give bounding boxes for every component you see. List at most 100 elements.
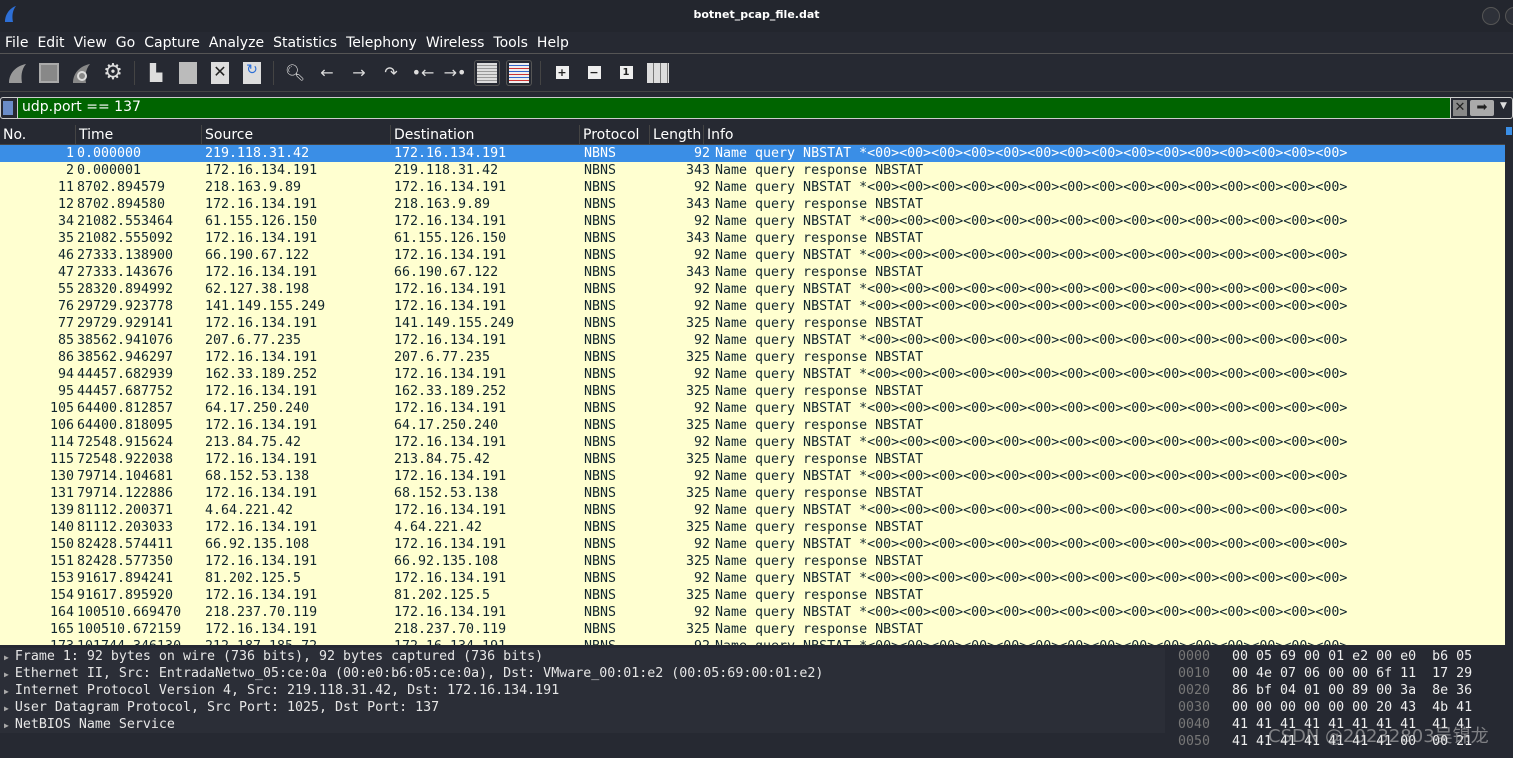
menu-capture[interactable]: Capture (144, 35, 200, 51)
maximize-button[interactable] (1505, 7, 1513, 25)
resize-columns-icon[interactable] (645, 60, 671, 86)
packet-cell-protocol: NBNS (584, 333, 617, 348)
packet-row[interactable]: 85 38562.941076 207.6.77.235 172.16.134.191… (0, 332, 1505, 349)
packet-row[interactable]: 86 38562.946297 172.16.134.191 207.6.77.235… (0, 349, 1505, 366)
menu-statistics[interactable]: Statistics (273, 35, 337, 51)
packet-cell-length: 92 (693, 248, 710, 263)
start-capture-icon[interactable] (4, 60, 30, 86)
menu-view[interactable]: View (74, 35, 107, 51)
clear-filter-icon[interactable]: ✕ (1453, 100, 1467, 116)
packet-row[interactable]: 46 27333.138900 66.190.67.122 172.16.134.19… (0, 247, 1505, 264)
packet-row[interactable]: 55 28320.894992 62.127.38.198 172.16.134.19… (0, 281, 1505, 298)
column-header-length[interactable]: Length (650, 125, 704, 144)
column-header-protocol[interactable]: Protocol (580, 125, 650, 144)
packet-cell-protocol: NBNS (584, 605, 617, 620)
packet-row[interactable]: 165 100510.672159 172.16.134.191 218.237.70… (0, 621, 1505, 638)
packet-row[interactable]: 164 100510.669470 218.237.70.119 172.16.134… (0, 604, 1505, 621)
expand-arrow-icon[interactable]: ▶ (4, 687, 9, 696)
capture-options-icon[interactable]: ⚙ (100, 60, 126, 86)
packet-row[interactable]: 2 0.000001 172.16.134.191 219.118.31.42 NBNS… (0, 162, 1505, 179)
byte-hex[interactable]: 00 4e 07 06 00 00 6f 11 17 29 (1226, 665, 1472, 682)
detail-tree-item[interactable]: ▶ Frame 1: 92 bytes on wire (736 bits), 9… (0, 648, 1165, 665)
zoom-out-icon[interactable]: − (581, 60, 607, 86)
last-packet-icon[interactable]: →• (442, 60, 468, 86)
expand-arrow-icon[interactable]: ▶ (4, 653, 9, 662)
packet-row[interactable]: 140 81112.203033 172.16.134.191 4.64.221.42… (0, 519, 1505, 536)
packet-row[interactable]: 106 64400.818095 172.16.134.191 64.17.250.2… (0, 417, 1505, 434)
menu-file[interactable]: File (5, 35, 28, 51)
expand-arrow-icon[interactable]: ▶ (4, 704, 9, 713)
byte-hex[interactable]: 86 bf 04 01 00 89 00 3a 8e 36 (1226, 682, 1472, 699)
detail-tree-item[interactable]: ▶ Internet Protocol Version 4, Src: 219.1… (0, 682, 1165, 699)
packet-row[interactable]: 76 29729.923778 141.149.155.249 172.16.134.… (0, 298, 1505, 315)
packet-row[interactable]: 130 79714.104681 68.152.53.138 172.16.134.1… (0, 468, 1505, 485)
minimize-button[interactable] (1482, 7, 1500, 25)
apply-filter-arrow-icon[interactable]: ➡ (1470, 100, 1494, 116)
save-file-icon[interactable] (175, 60, 201, 86)
packet-row[interactable]: 94 44457.682939 162.33.189.252 172.16.134.1… (0, 366, 1505, 383)
byte-hex[interactable]: 00 05 69 00 01 e2 00 e0 b6 05 (1226, 648, 1472, 665)
first-packet-icon[interactable]: •← (410, 60, 436, 86)
packet-row[interactable]: 139 81112.200371 4.64.221.42 172.16.134.191… (0, 502, 1505, 519)
open-file-icon[interactable]: ▙ (143, 60, 169, 86)
display-filter-input[interactable]: udp.port == 137 (17, 98, 1451, 118)
restart-capture-icon[interactable] (68, 60, 94, 86)
column-header-info[interactable]: Info (704, 125, 1505, 144)
column-header-no[interactable]: No. (0, 125, 76, 144)
packet-row[interactable]: 150 82428.574411 66.92.135.108 172.16.134.1… (0, 536, 1505, 553)
packet-row[interactable]: 34 21082.553464 61.155.126.150 172.16.134.1… (0, 213, 1505, 230)
go-forward-icon[interactable]: → (346, 60, 372, 86)
byte-hex[interactable]: 00 00 00 00 00 00 20 43 4b 41 (1226, 699, 1472, 716)
packet-row[interactable]: 115 72548.922038 172.16.134.191 213.84.75.4… (0, 451, 1505, 468)
expand-arrow-icon[interactable]: ▶ (4, 721, 9, 730)
packet-cell-source: 61.155.126.150 (205, 214, 318, 229)
zoom-in-icon[interactable]: + (549, 60, 575, 86)
colorize-icon[interactable] (506, 59, 532, 86)
auto-scroll-icon[interactable] (474, 59, 500, 86)
menu-telephony[interactable]: Telephony (346, 35, 417, 51)
packet-row[interactable]: 12 8702.894580 172.16.134.191 218.163.9.89 N… (0, 196, 1505, 213)
go-back-icon[interactable]: ← (314, 60, 340, 86)
column-header-destination[interactable]: Destination (391, 125, 580, 144)
detail-tree-item[interactable]: ▶ User Datagram Protocol, Src Port: 1025,… (0, 699, 1165, 716)
packet-row[interactable]: 153 91617.894241 81.202.125.5 172.16.134.19… (0, 570, 1505, 587)
menu-tools[interactable]: Tools (493, 35, 528, 51)
menu-go[interactable]: Go (116, 35, 135, 51)
find-packet-icon[interactable]: 🔍︎ (282, 60, 308, 86)
packet-row[interactable]: 105 64400.812857 64.17.250.240 172.16.134.1… (0, 400, 1505, 417)
packet-row[interactable]: 77 29729.929141 172.16.134.191 141.149.155.… (0, 315, 1505, 332)
column-header-time[interactable]: Time (76, 125, 202, 144)
packet-row[interactable]: 1 0.000000 219.118.31.42 172.16.134.191 NBNS… (0, 145, 1505, 162)
packet-cell-source: 172.16.134.191 (205, 486, 318, 501)
packet-row[interactable]: 47 27333.143676 172.16.134.191 66.190.67.12… (0, 264, 1505, 281)
column-header-source[interactable]: Source (202, 125, 391, 144)
menu-wireless[interactable]: Wireless (426, 35, 485, 51)
expand-arrow-icon[interactable]: ▶ (4, 670, 9, 679)
packet-row[interactable]: 151 82428.577350 172.16.134.191 66.92.135.1… (0, 553, 1505, 570)
reload-file-icon[interactable]: ↻ (239, 60, 265, 86)
packet-row[interactable]: 11 8702.894579 218.163.9.89 172.16.134.191 N… (0, 179, 1505, 196)
detail-tree-item[interactable]: ▶ Ethernet II, Src: EntradaNetwo_05:ce:0a… (0, 665, 1165, 682)
filter-dropdown-icon[interactable]: ▼ (1500, 101, 1507, 111)
packet-cell-source: 64.17.250.240 (205, 401, 310, 416)
packet-row[interactable]: 154 91617.895920 172.16.134.191 81.202.125.… (0, 587, 1505, 604)
packet-row[interactable]: 95 44457.687752 172.16.134.191 162.33.189.2… (0, 383, 1505, 400)
packet-list-scrollbar[interactable] (1505, 125, 1513, 645)
menu-analyze[interactable]: Analyze (209, 35, 264, 51)
packet-row[interactable]: 114 72548.915624 213.84.75.42 172.16.134.19… (0, 434, 1505, 451)
packet-row[interactable]: 131 79714.122886 172.16.134.191 68.152.53.1… (0, 485, 1505, 502)
packet-cell-protocol: NBNS (584, 248, 617, 263)
packet-cell-info: Name query response NBSTAT (715, 265, 924, 280)
packet-row[interactable]: 173101744.346130212.187.185.72172.16.134… (0, 638, 1505, 645)
stop-capture-icon[interactable] (36, 60, 62, 86)
detail-tree-item[interactable]: ▶ NetBIOS Name Service (0, 716, 1165, 733)
menu-help[interactable]: Help (537, 35, 569, 51)
menu-edit[interactable]: Edit (37, 35, 64, 51)
normal-size-icon[interactable]: 1 (613, 60, 639, 86)
window-title: botnet_pcap_file.dat (693, 8, 820, 21)
bookmark-icon[interactable] (3, 101, 13, 115)
packet-row[interactable]: 35 21082.555092 172.16.134.191 61.155.126.1… (0, 230, 1505, 247)
close-file-icon[interactable]: ✕ (207, 60, 233, 86)
packet-cell-info: Name query NBSTAT *<00><00><00><00><00><… (715, 333, 1348, 348)
go-to-packet-icon[interactable]: ↷ (378, 60, 404, 86)
